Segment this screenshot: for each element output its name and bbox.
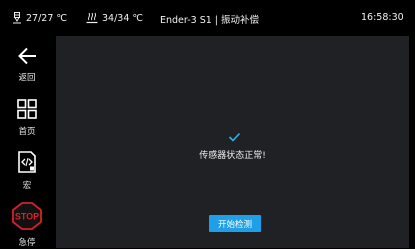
sidebar-item-label: 首页	[18, 127, 36, 137]
sidebar-item-label: 宏	[22, 181, 32, 191]
screen-title: Ender-3 S1 | 振动补偿	[160, 15, 260, 26]
heated-bed-icon	[86, 12, 98, 24]
back-arrow-icon	[17, 47, 37, 69]
checkmark-icon	[228, 127, 241, 146]
home-grid-icon	[17, 99, 37, 123]
printer-screen: 27/27 ℃ 34/34 ℃ Ender-3 S1 | 振动补偿 16:58:…	[0, 0, 415, 249]
main-panel: 传感器状态正常! 开始检测	[56, 36, 409, 248]
start-detection-button[interactable]: 开始检测	[209, 215, 261, 232]
sidebar-item-macro[interactable]: 宏	[0, 151, 54, 191]
clock: 16:58:30	[361, 12, 404, 23]
sidebar-item-home[interactable]: 首页	[0, 99, 54, 137]
status-bar: 27/27 ℃ 34/34 ℃ Ender-3 S1 | 振动补偿 16:58:…	[0, 8, 415, 30]
stop-icon: STOP	[12, 202, 42, 234]
sidebar-item-emergency-stop[interactable]: STOP 急停	[0, 202, 54, 248]
stop-icon-text: STOP	[15, 212, 39, 222]
sidebar-item-back[interactable]: 返回	[0, 47, 54, 83]
nozzle-temp-text: 27/27 ℃	[26, 12, 68, 24]
macro-code-icon	[17, 151, 37, 177]
sidebar-item-label: 返回	[18, 73, 36, 83]
sidebar: 返回 首页 宏 STOP 急停	[0, 36, 54, 249]
bed-temperature: 34/34 ℃	[86, 12, 143, 24]
bed-temp-text: 34/34 ℃	[102, 12, 144, 24]
nozzle-icon	[12, 12, 22, 24]
sidebar-item-label: 急停	[18, 238, 36, 248]
status-message: 传感器状态正常!	[199, 151, 266, 161]
nozzle-temperature: 27/27 ℃	[12, 12, 67, 24]
